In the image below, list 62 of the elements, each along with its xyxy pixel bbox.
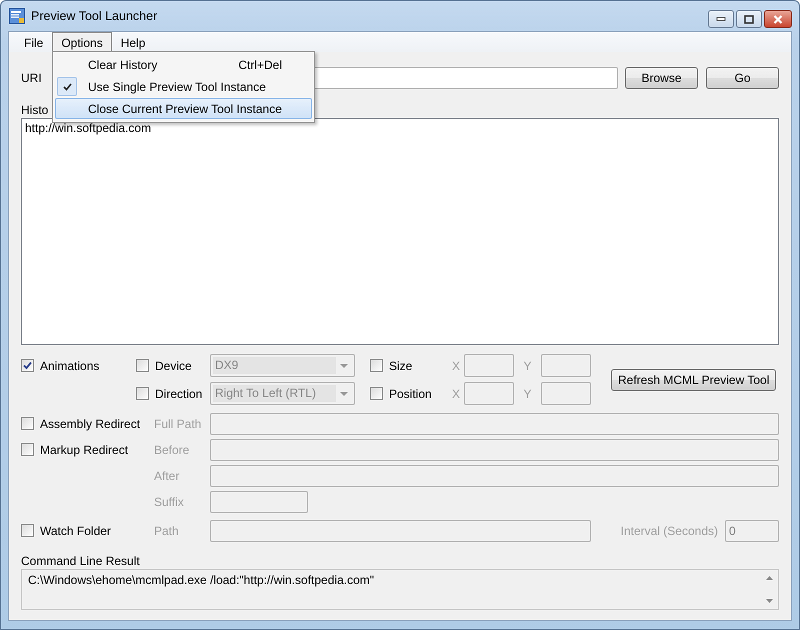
menu-item[interactable]: Help bbox=[112, 32, 154, 52]
redirect-field[interactable] bbox=[210, 464, 779, 486]
checkbox[interactable] bbox=[136, 387, 149, 400]
checkbox-label: Direction bbox=[155, 386, 202, 400]
checkbox-label: Animations bbox=[40, 358, 100, 372]
close-button[interactable] bbox=[764, 10, 792, 28]
checkbox[interactable] bbox=[21, 417, 34, 430]
y-label: Y bbox=[523, 358, 532, 372]
size-x-field[interactable] bbox=[464, 354, 514, 377]
dropdown-icon bbox=[340, 364, 348, 368]
menu-entry[interactable]: Clear History Ctrl+Del bbox=[55, 54, 312, 75]
path-field[interactable] bbox=[210, 520, 591, 542]
checkbox-label: Position bbox=[389, 386, 432, 400]
minimize-button[interactable] bbox=[708, 10, 734, 28]
checkbox[interactable] bbox=[136, 359, 149, 372]
field-label: Interval (Seconds) bbox=[620, 524, 718, 538]
checkbox-label: Assembly Redirect bbox=[40, 416, 140, 430]
checkbox-label: Watch Folder bbox=[40, 524, 111, 538]
maximize-icon bbox=[744, 14, 754, 24]
position-y-field[interactable] bbox=[541, 382, 591, 405]
menu-entry[interactable]: Close Current Preview Tool Instance bbox=[55, 98, 312, 119]
maximize-button[interactable] bbox=[736, 10, 762, 28]
size-y-field[interactable] bbox=[541, 354, 591, 377]
field-label: Path bbox=[154, 524, 180, 538]
redirect-field[interactable] bbox=[210, 490, 308, 512]
field-label: Before bbox=[154, 442, 190, 456]
browse-button[interactable]: Browse bbox=[625, 67, 698, 89]
history-entry[interactable]: http://win.softpedia.com bbox=[25, 121, 152, 135]
app-icon bbox=[9, 8, 25, 24]
minimize-icon bbox=[716, 17, 726, 21]
go-button[interactable]: Go bbox=[706, 67, 779, 89]
checkbox-label: Size bbox=[389, 358, 412, 372]
redirect-field[interactable] bbox=[210, 438, 779, 460]
field-label: Suffix bbox=[154, 494, 185, 508]
field-label: Full Path bbox=[154, 416, 202, 430]
command-line-text: C:\Windows\ehome\mcmlpad.exe /load:"http://win.softpedia.com" bbox=[28, 572, 376, 587]
x-label: X bbox=[452, 386, 460, 400]
x-label: X bbox=[452, 358, 460, 372]
checkbox[interactable] bbox=[21, 443, 34, 456]
checkbox-label: Markup Redirect bbox=[40, 442, 128, 456]
checkbox[interactable] bbox=[370, 359, 383, 372]
scroll-up-icon bbox=[766, 576, 772, 580]
scroll-down-icon bbox=[766, 599, 772, 603]
checkbox[interactable] bbox=[21, 524, 34, 537]
position-x-field[interactable] bbox=[464, 382, 514, 405]
command-line-label: Command Line Result bbox=[21, 553, 141, 569]
menu-item[interactable]: File bbox=[15, 32, 52, 52]
history-list[interactable]: http://win.softpedia.com bbox=[21, 118, 779, 345]
uri-label: URI bbox=[21, 71, 43, 85]
checkbox-label: Device bbox=[155, 358, 192, 372]
full-path-field[interactable] bbox=[210, 412, 779, 434]
window-title: Preview Tool Launcher bbox=[31, 9, 158, 23]
checkbox[interactable] bbox=[370, 387, 383, 400]
checkbox[interactable] bbox=[21, 359, 34, 372]
history-label: Histo bbox=[21, 102, 48, 118]
menu-item[interactable]: Options bbox=[52, 32, 112, 52]
dropdown-icon bbox=[340, 392, 348, 396]
close-icon bbox=[773, 14, 783, 24]
menu-entry[interactable]: Use Single Preview Tool Instance bbox=[55, 76, 312, 97]
refresh-button[interactable]: Refresh MCML Preview Tool bbox=[611, 368, 776, 390]
y-label: Y bbox=[523, 386, 532, 400]
field-label: After bbox=[154, 468, 180, 482]
